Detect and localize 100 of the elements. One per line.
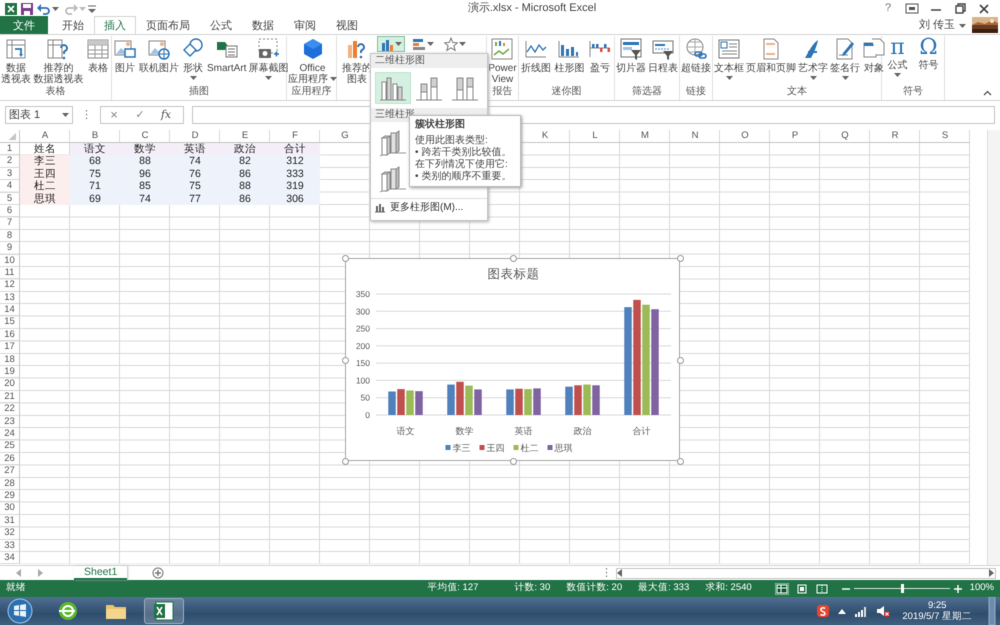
ribbon-tab[interactable]: 公式 [200,16,242,34]
sheet-cell[interactable]: 85 [120,180,170,193]
resize-handle[interactable] [342,255,349,262]
zoom-level[interactable]: 100% [970,583,994,594]
clock-time[interactable]: 9:25 [902,600,972,611]
column-header[interactable]: K [542,130,548,142]
row-header[interactable]: 7 [0,217,20,230]
sheet-cell[interactable]: 王四 [20,168,70,180]
row-header[interactable]: 27 [0,465,20,478]
sheet-tab[interactable]: Sheet1 [74,566,128,580]
row-header[interactable]: 20 [0,378,20,391]
ribbon-button[interactable]: 艺术字 [797,36,829,80]
sheet-cell[interactable]: 杜二 [20,180,70,193]
splitter-handle[interactable]: ⋮ [81,108,92,122]
row-header[interactable]: 12 [0,279,20,292]
row-header[interactable]: 17 [0,341,20,354]
resize-handle[interactable] [677,458,684,465]
column-header[interactable]: N [692,130,698,142]
row-header[interactable]: 33 [0,540,20,552]
show-desktop-button[interactable] [988,597,996,625]
scroll-left-icon[interactable] [617,569,623,577]
column-header[interactable]: C [142,130,148,142]
ribbon-button[interactable]: 数据 透视表 [0,36,32,85]
zoom-in-icon[interactable] [954,584,962,592]
column-header[interactable]: P [792,130,798,142]
ribbon-button[interactable]: 折线图 [520,36,552,74]
ribbon-button[interactable]: 推荐的 数据透视表 [32,36,84,85]
sheet-cell[interactable]: 68 [70,155,120,168]
ribbon-button[interactable]: SmartArt [206,36,248,74]
cancel-button[interactable]: × [101,108,127,122]
signal-icon[interactable] [854,605,868,617]
more-charts-item[interactable]: 更多柱形图(M)... [371,198,487,216]
collapse-ribbon-icon[interactable] [983,90,992,96]
column-header[interactable]: M [641,130,649,142]
row-header[interactable]: 30 [0,502,20,515]
ribbon-button[interactable]: 签名行 [829,36,861,80]
ribbon-button[interactable]: 柱形图 [553,36,586,74]
sheet-cell[interactable]: 71 [70,180,120,193]
page-break-icon[interactable] [816,584,828,594]
ribbon-button[interactable]: 页眉和页脚 [745,36,797,74]
zoom-slider-thumb[interactable] [900,584,904,593]
sheet-cell[interactable]: 86 [220,192,270,205]
sheet-cell[interactable]: 77 [170,192,220,205]
sheet-cell[interactable]: 数学 [120,143,170,156]
insert-function-button[interactable]: fx [153,108,179,122]
row-header[interactable]: 16 [0,328,20,342]
ribbon-tab[interactable]: 数据 [242,16,284,34]
sheet-cell[interactable]: 74 [170,155,220,168]
excel-logo-icon[interactable] [4,2,18,16]
ribbon-button[interactable]: 文本框 [713,36,745,80]
column-header[interactable]: E [242,130,248,142]
user-name[interactable]: 刘 传玉 [918,18,955,31]
column-header[interactable]: A [42,130,48,142]
column-header[interactable]: R [892,130,898,142]
ribbon-button[interactable]: 联机图片 [138,36,180,74]
sheet-cell[interactable]: 69 [70,192,120,205]
resize-handle[interactable] [510,255,516,262]
row-header[interactable]: 34 [0,552,20,564]
sheet-cell[interactable]: 96 [120,168,170,180]
row-header[interactable]: 13 [0,292,20,304]
clock-date[interactable]: 2019/5/7 星期二 [902,611,972,622]
input-method-icon[interactable] [816,604,830,618]
column-header[interactable]: Q [841,130,849,142]
row-header[interactable]: 26 [0,452,20,466]
sheet-cell[interactable]: 英语 [170,143,220,156]
sheet-cell[interactable]: 319 [270,180,320,193]
sheet-cell[interactable]: 74 [120,192,170,205]
enter-button[interactable]: ✓ [127,108,153,122]
sheet-cell[interactable]: 76 [170,168,220,180]
add-sheet-icon[interactable] [152,567,164,579]
ribbon-tab[interactable]: 页面布局 [136,16,200,34]
column-header[interactable]: D [192,130,198,142]
taskbar-app[interactable] [144,598,184,624]
row-header[interactable]: 11 [0,266,20,280]
chart-type-button[interactable] [377,36,405,52]
vertical-scrollbar[interactable] [987,130,1000,565]
ribbon-button[interactable]: 屏幕截图 [247,36,290,80]
ribbon-button[interactable]: 超链接 [680,36,712,74]
ribbon-button[interactable]: π 公式 [886,36,908,77]
row-header[interactable]: 14 [0,304,20,316]
ribbon-button[interactable]: 切片器 [615,36,647,74]
chart-type-button[interactable] [441,36,469,52]
ribbon-button[interactable]: 对象 [861,36,887,74]
sheet-cell[interactable]: 333 [270,168,320,180]
sheet-cell[interactable]: 姓名 [20,143,70,156]
sheet-cell[interactable]: 思琪 [20,192,70,205]
splitter-handle[interactable]: ⋮ [601,566,612,580]
column-header[interactable]: F [292,130,298,142]
zoom-slider[interactable] [854,584,950,593]
resize-handle[interactable] [677,255,684,262]
chart-type-option[interactable] [375,72,411,104]
ribbon-button[interactable]: Office 应用程序 [287,36,338,85]
row-header[interactable]: 22 [0,403,20,416]
sheet-cell[interactable]: 86 [220,168,270,180]
row-header[interactable]: 15 [0,316,20,329]
row-header[interactable]: 23 [0,416,20,428]
row-header[interactable]: 19 [0,366,20,378]
sheet-cell[interactable]: 306 [270,192,320,205]
ribbon-button[interactable]: 盈亏 [587,36,614,74]
row-header[interactable]: 32 [0,527,20,540]
